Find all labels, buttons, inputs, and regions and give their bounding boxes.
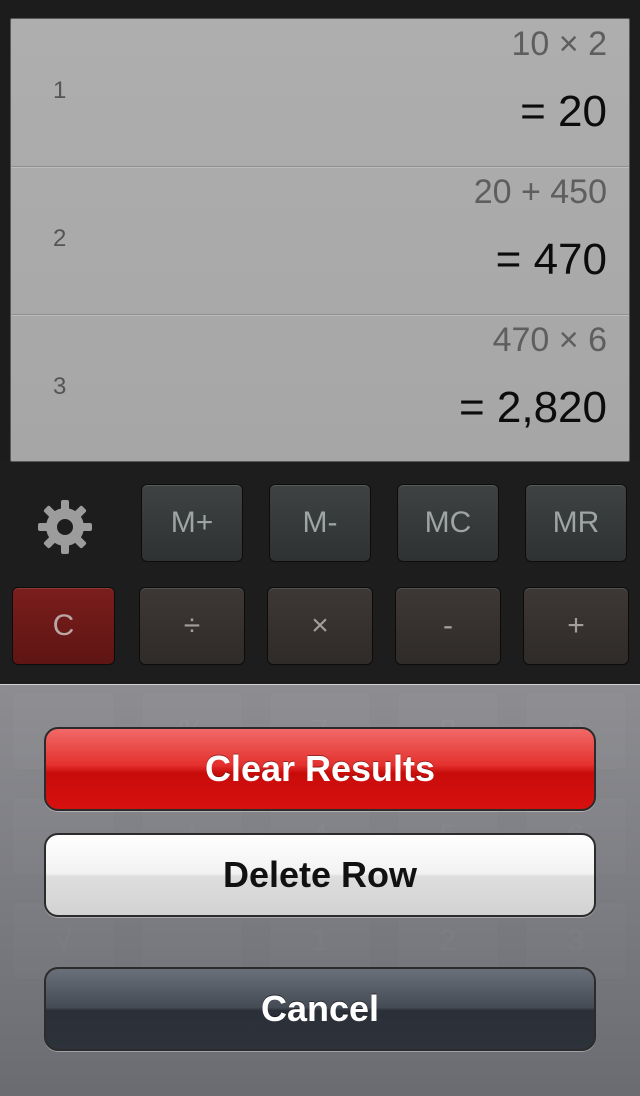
action-sheet: Clear Results Delete Row Cancel (0, 684, 640, 1096)
tape-row[interactable]: 3 470 × 6 = 2,820 (11, 315, 629, 461)
row-number: 1 (53, 77, 67, 104)
divide-button[interactable]: ÷ (139, 587, 245, 665)
calculator-app: 1 10 × 2 = 20 2 20 + 450 = 470 3 470 × 6… (0, 0, 640, 1096)
clear-results-button[interactable]: Clear Results (44, 727, 596, 811)
row-number: 3 (53, 373, 67, 400)
row-expression: 470 × 6 (492, 321, 607, 359)
memory-recall-button[interactable]: MR (525, 484, 627, 562)
gear-icon[interactable] (36, 498, 94, 556)
add-button[interactable]: + (523, 587, 629, 665)
memory-clear-button[interactable]: MC (397, 484, 499, 562)
clear-button[interactable]: C (12, 587, 115, 665)
row-expression: 10 × 2 (511, 25, 607, 63)
row-result: = 2,820 (458, 383, 607, 432)
memory-subtract-button[interactable]: M- (269, 484, 371, 562)
row-number: 2 (53, 225, 67, 252)
row-result: = 20 (520, 87, 607, 136)
row-result: = 470 (495, 235, 607, 284)
results-tape: 1 10 × 2 = 20 2 20 + 450 = 470 3 470 × 6… (10, 18, 630, 462)
multiply-button[interactable]: × (267, 587, 373, 665)
cancel-button[interactable]: Cancel (44, 967, 596, 1051)
subtract-button[interactable]: - (395, 587, 501, 665)
delete-row-button[interactable]: Delete Row (44, 833, 596, 917)
tape-row[interactable]: 2 20 + 450 = 470 (11, 167, 629, 315)
memory-add-button[interactable]: M+ (141, 484, 243, 562)
tape-row[interactable]: 1 10 × 2 = 20 (11, 19, 629, 167)
row-expression: 20 + 450 (473, 173, 607, 211)
